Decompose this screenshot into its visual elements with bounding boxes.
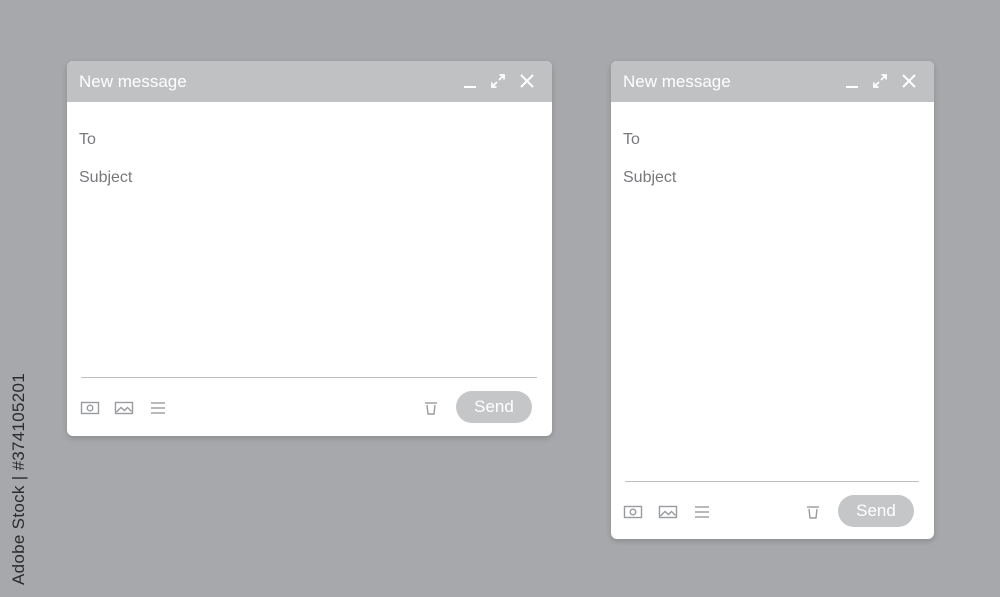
expand-icon[interactable] [870,71,890,91]
window-title: New message [623,72,731,91]
title-bar: New message [611,61,934,102]
image-icon[interactable] [113,397,135,419]
subject-field[interactable]: Subject [79,168,132,188]
close-icon[interactable] [899,71,919,91]
list-icon[interactable] [691,501,713,523]
toolbar-divider [625,481,919,482]
subject-field[interactable]: Subject [623,168,676,188]
toolbar-divider [81,377,537,378]
send-button[interactable]: Send [456,391,532,423]
close-icon[interactable] [517,71,537,91]
compose-window-left: New message To Subject Send [67,61,552,436]
minimize-icon[interactable] [460,71,480,91]
to-field[interactable]: To [623,130,640,150]
stock-watermark-text: Adobe Stock | #374105201 [9,372,28,585]
minimize-icon[interactable] [842,71,862,91]
camera-icon[interactable] [622,501,644,523]
compose-window-right: New message To Subject Send [611,61,934,539]
title-bar: New message [67,61,552,102]
camera-icon[interactable] [79,397,101,419]
to-field[interactable]: To [79,130,96,150]
trash-icon[interactable] [802,501,824,523]
trash-icon[interactable] [420,397,442,419]
expand-icon[interactable] [488,71,508,91]
window-title: New message [79,72,187,91]
list-icon[interactable] [147,397,169,419]
image-icon[interactable] [657,501,679,523]
send-button[interactable]: Send [838,495,914,527]
